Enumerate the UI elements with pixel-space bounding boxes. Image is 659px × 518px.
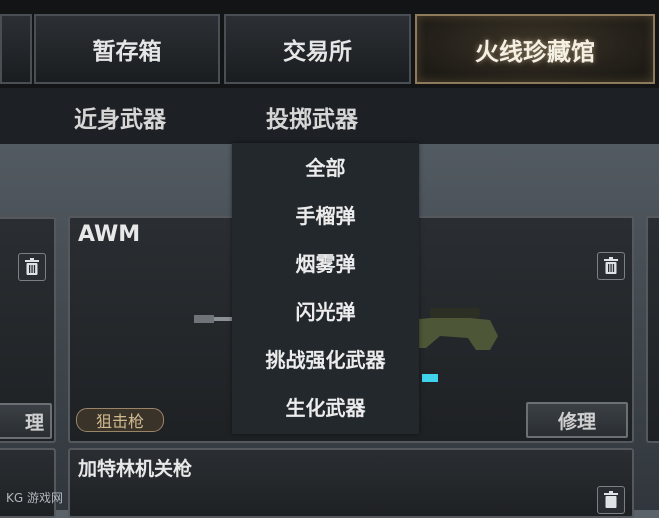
delete-button[interactable] xyxy=(18,253,46,281)
subtab-melee[interactable]: 近身武器 xyxy=(74,100,166,134)
item-title: 加特林机关枪 xyxy=(78,458,193,480)
top-tab-bar: 暂存箱 交易所 火线珍藏馆 xyxy=(0,0,659,88)
tab-label: 火线珍藏馆 xyxy=(475,37,595,66)
dropdown-item-bio[interactable]: 生化武器 xyxy=(232,386,419,426)
repair-button[interactable]: 修理 xyxy=(526,402,628,438)
tab-exchange[interactable]: 交易所 xyxy=(224,14,411,84)
repair-label: 理 xyxy=(24,411,44,434)
repair-label: 修理 xyxy=(557,410,596,433)
dropdown-item-flash[interactable]: 闪光弹 xyxy=(232,290,419,330)
tab-collection[interactable]: 火线珍藏馆 xyxy=(415,14,655,84)
dropdown-item-smoke[interactable]: 烟雾弹 xyxy=(232,242,419,282)
weapon-type-badge: 狙击枪 xyxy=(76,408,164,432)
trash-icon xyxy=(604,491,618,508)
tab-partial-left[interactable] xyxy=(0,14,32,84)
item-title: AWM xyxy=(78,222,141,247)
item-card-partial-bottom-left[interactable] xyxy=(0,448,56,518)
item-card-partial-right[interactable] xyxy=(646,216,659,443)
repair-button[interactable]: 理 xyxy=(0,403,52,439)
dropdown-item-challenge[interactable]: 挑战强化武器 xyxy=(232,338,419,378)
delete-button[interactable] xyxy=(597,252,625,280)
dropdown-item-grenade[interactable]: 手榴弹 xyxy=(232,194,419,234)
tab-label: 交易所 xyxy=(283,39,352,65)
category-dropdown: 全部 手榴弹 烟雾弹 闪光弹 挑战强化武器 生化武器 xyxy=(232,143,419,434)
trash-icon xyxy=(604,257,618,274)
trash-icon xyxy=(25,258,39,275)
subtab-throwing[interactable]: 投掷武器 xyxy=(266,100,358,134)
tab-storage[interactable]: 暂存箱 xyxy=(34,14,220,84)
dropdown-item-all[interactable]: 全部 xyxy=(232,146,419,186)
item-card-partial-left[interactable]: 理 xyxy=(0,217,56,443)
item-card-gatling[interactable]: 加特林机关枪 xyxy=(68,448,634,518)
accent-bar xyxy=(422,374,438,382)
tab-label: 暂存箱 xyxy=(92,39,162,65)
watermark: KG 游戏网 xyxy=(6,491,63,505)
